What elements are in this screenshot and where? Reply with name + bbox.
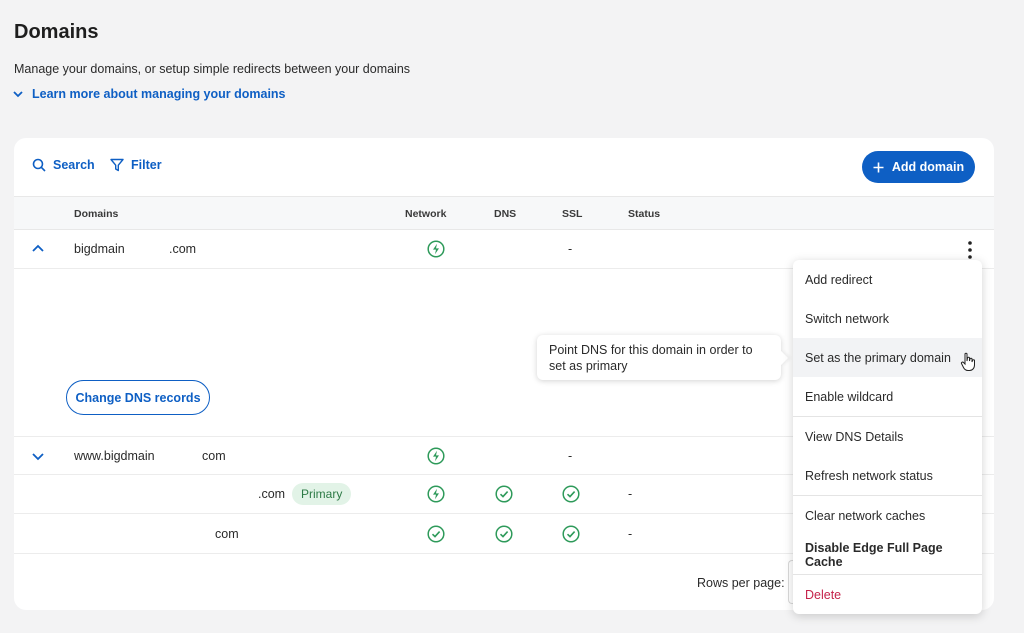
table-header: Domains Network DNS SSL Status — [14, 196, 994, 230]
lightning-icon — [427, 240, 445, 258]
lightning-icon — [427, 485, 445, 503]
rows-per-page-label: Rows per page: — [697, 576, 785, 590]
primary-badge: Primary — [292, 483, 352, 505]
header-domains: Domains — [74, 208, 119, 220]
filter-button[interactable]: Filter — [110, 158, 162, 172]
menu-item-disable-edge-cache[interactable]: Disable Edge Full Page Cache — [793, 535, 982, 574]
add-domain-label: Add domain — [891, 160, 965, 174]
add-domain-button[interactable]: Add domain — [862, 151, 975, 183]
menu-item-set-primary[interactable]: Set as the primary domain — [793, 338, 982, 377]
check-circle-icon — [495, 525, 513, 543]
menu-item-enable-wildcard[interactable]: Enable wildcard — [793, 377, 982, 416]
plus-icon — [873, 162, 884, 172]
header-network: Network — [405, 208, 447, 220]
page-description: Manage your domains, or setup simple red… — [14, 62, 411, 76]
status-value: - — [628, 527, 633, 541]
learn-more-label: Learn more about managing your domains — [32, 87, 286, 101]
domain-tld: .com — [169, 242, 197, 256]
header-status: Status — [628, 208, 661, 220]
check-circle-icon — [427, 525, 445, 543]
filter-label: Filter — [131, 158, 162, 172]
chevron-down-icon[interactable] — [30, 448, 46, 464]
menu-item-view-dns[interactable]: View DNS Details — [793, 417, 982, 456]
check-circle-icon — [562, 525, 580, 543]
search-icon — [32, 158, 46, 172]
domain-name: com — [215, 527, 239, 541]
check-circle-icon — [562, 485, 580, 503]
menu-item-refresh-status[interactable]: Refresh network status — [793, 456, 982, 495]
menu-item-delete[interactable]: Delete — [793, 575, 982, 614]
menu-item-switch-network[interactable]: Switch network — [793, 299, 982, 338]
menu-item-add-redirect[interactable]: Add redirect — [793, 260, 982, 299]
ssl-value: - — [568, 242, 573, 256]
change-dns-records-button[interactable]: Change DNS records — [66, 380, 210, 415]
header-ssl: SSL — [562, 208, 583, 220]
domain-name-part: www.bigdmain — [74, 449, 155, 463]
check-circle-icon — [495, 485, 513, 503]
search-button[interactable]: Search — [32, 158, 95, 172]
domain-name-part: bigdmain — [74, 242, 125, 256]
status-value: - — [628, 487, 633, 501]
menu-item-clear-caches[interactable]: Clear network caches — [793, 496, 982, 535]
chevron-down-icon — [13, 91, 23, 98]
lightning-icon — [427, 447, 445, 465]
header-dns: DNS — [494, 208, 517, 220]
row-actions-menu: Add redirect Switch network Set as the p… — [793, 260, 982, 614]
kebab-menu-icon[interactable] — [961, 239, 979, 261]
tooltip: Point DNS for this domain in order to se… — [537, 335, 781, 380]
domain-name: .com — [258, 487, 286, 501]
page-title: Domains — [14, 21, 99, 43]
domain-tld: com — [202, 449, 226, 463]
hand-cursor-icon — [960, 352, 975, 371]
learn-more-link[interactable]: Learn more about managing your domains — [12, 87, 286, 101]
filter-icon — [110, 158, 124, 172]
search-label: Search — [53, 158, 95, 172]
chevron-up-icon[interactable] — [30, 241, 46, 257]
ssl-value: - — [568, 449, 573, 463]
